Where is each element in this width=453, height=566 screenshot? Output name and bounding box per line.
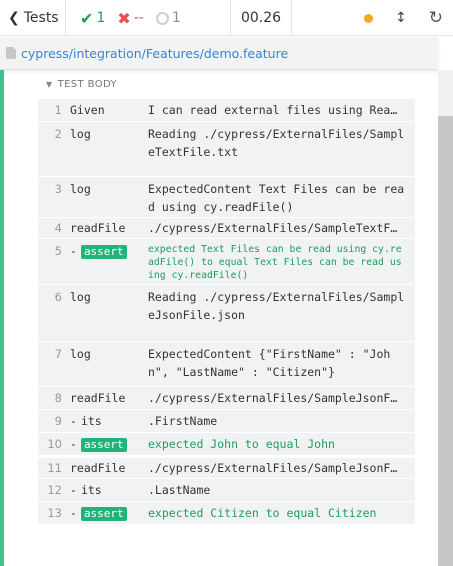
triangle-down-icon: ▼ [46,80,53,89]
command-number: 5 [54,244,62,258]
command-row[interactable]: 3 log ExpectedContent Text Files can be … [38,177,415,218]
command-number: 9 [54,414,62,428]
command-number: 6 [54,290,62,304]
scrollbar-thumb[interactable] [438,116,453,566]
spinner-icon [155,11,169,25]
assert-badge: assert [80,245,127,259]
test-body-label: TEST BODY [57,79,118,90]
command-number: 7 [54,347,62,361]
assert-badge: assert [80,437,127,452]
reporter-header: ❮ Tests ✔ 1 ✖ -- 1 00.26 ↕ ↻ [0,0,453,36]
its-label: its [80,483,102,497]
command-row[interactable]: 13 - assert expected Citizen to equal Cit… [38,502,415,525]
passed-count: 1 [96,10,106,26]
header-controls: ↕ ↻ [333,0,453,36]
tests-button[interactable]: ❮ Tests [0,0,66,36]
pending-stat: 1 [155,10,181,26]
command-number: 12 [47,483,62,497]
command-name: - its [70,483,102,497]
command-row[interactable]: 11 readFile ./cypress/ExternalFiles/Samp… [38,456,415,479]
command-name: readFile [70,221,126,235]
test-body-toggle[interactable]: ▼ TEST BODY [46,79,117,90]
command-message: expected Text Files can be read using cy… [148,244,402,281]
passed-stat: ✔ 1 [80,9,105,28]
command-message: .LastName [148,483,211,497]
duration: 00.26 [231,0,292,36]
pending-count: 1 [171,10,181,26]
its-label: its [80,414,102,428]
command-row[interactable]: 2 log Reading ./cypress/ExternalFiles/Sa… [38,122,415,177]
assert-badge: assert [80,506,127,521]
command-name: log [70,347,91,361]
command-message: .FirstName [148,414,218,428]
command-number: 2 [54,127,62,141]
passed-test-indicator [0,70,4,566]
command-message: I can read external files using Rea… [148,103,398,117]
command-name: - assert [62,506,148,521]
command-number: 8 [54,391,62,405]
command-message: ./cypress/ExternalFiles/SampleJsonF… [148,391,398,405]
command-number: 1 [54,103,62,117]
command-name: log [70,290,91,304]
command-message: expected John to equal John [148,437,335,451]
spec-path-link[interactable]: cypress/integration/Features/demo.featur… [21,46,288,61]
command-row[interactable]: 4 readFile ./cypress/ExternalFiles/Sampl… [38,218,415,239]
command-row[interactable]: 8 readFile ./cypress/ExternalFiles/Sampl… [38,387,415,410]
command-row[interactable]: 1 Given I can read external files using … [38,99,415,122]
command-message: ExpectedContent {"FirstName" : "John", "… [148,347,391,379]
command-message: Reading ./cypress/ExternalFiles/SampleJs… [148,290,405,322]
up-down-arrow-icon[interactable]: ↕ [395,10,407,26]
command-row[interactable]: 12 - its .LastName [38,479,415,502]
command-message: Reading ./cypress/ExternalFiles/SampleTe… [148,127,405,159]
command-name: readFile [70,461,126,475]
command-name: log [70,182,91,196]
command-number: 10 [47,437,62,451]
check-icon: ✔ [80,8,94,28]
command-log: 1 Given I can read external files using … [38,99,415,525]
command-name: readFile [70,391,126,405]
command-row[interactable]: 6 log Reading ./cypress/ExternalFiles/Sa… [38,285,415,342]
failed-stat: ✖ -- [117,9,144,28]
command-row[interactable]: 9 - its .FirstName [38,410,415,433]
command-number: 13 [47,506,62,520]
tests-label: Tests [23,10,59,26]
x-icon: ✖ [117,8,131,28]
command-name: - assert [62,437,148,452]
stats: ✔ 1 ✖ -- 1 [66,0,231,36]
command-row[interactable]: 10 - assert expected John to equal John [38,433,415,456]
command-name: - its [70,414,102,428]
command-number: 4 [54,221,62,235]
command-message: ExpectedContent Text Files can be read u… [148,182,405,214]
failed-count: -- [133,10,144,26]
command-message: ./cypress/ExternalFiles/SampleJsonF… [148,461,398,475]
command-row[interactable]: 5 - assert expected Text Files can be rea… [38,239,415,285]
reload-icon[interactable]: ↻ [429,8,443,28]
command-message: expected Citizen to equal Citizen [148,506,377,520]
chevron-left-icon: ❮ [8,10,20,26]
command-message: ./cypress/ExternalFiles/SampleTextF… [148,221,398,235]
command-name: - assert [62,243,148,259]
command-name: log [70,127,91,141]
command-number: 11 [47,461,62,475]
file-icon [6,47,16,59]
command-name: Given [70,103,105,117]
command-number: 3 [54,182,62,196]
status-dot-icon [364,13,374,23]
spec-path-bar: cypress/integration/Features/demo.featur… [0,37,438,70]
command-row[interactable]: 7 log ExpectedContent {"FirstName" : "Jo… [38,342,415,387]
